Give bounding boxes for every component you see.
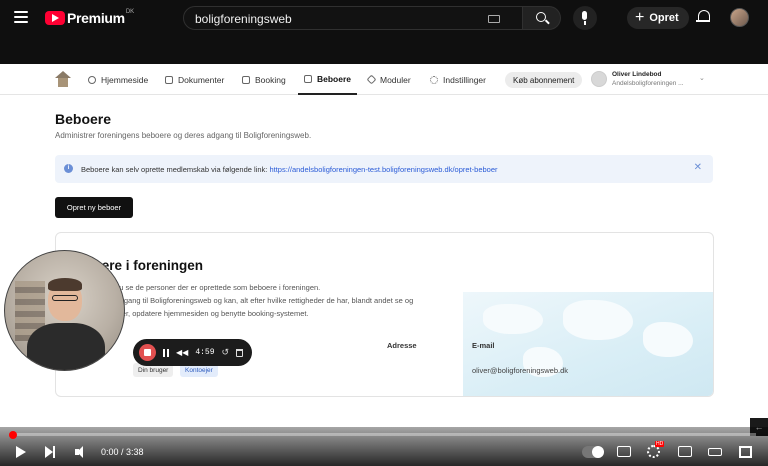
- scrubber-handle[interactable]: [9, 430, 17, 439]
- fullscreen-icon[interactable]: [739, 446, 752, 458]
- world-map-illustration: [463, 292, 713, 396]
- calendar-icon: [242, 75, 250, 84]
- globe-icon: [88, 75, 96, 84]
- pause-icon[interactable]: [163, 348, 169, 357]
- undo-icon[interactable]: ↺: [222, 347, 230, 358]
- house-logo-icon[interactable]: [55, 71, 71, 87]
- subtitles-icon[interactable]: [617, 446, 631, 457]
- subscribe-button[interactable]: Køb abonnement: [505, 72, 583, 88]
- volume-icon[interactable]: [75, 446, 89, 458]
- miniplayer-icon[interactable]: [678, 446, 692, 457]
- plus-icon: +: [635, 9, 645, 26]
- video-letterbox: [0, 36, 768, 64]
- info-banner: i Beboere kan selv oprette medlemskab vi…: [55, 155, 713, 183]
- app-navbar: Hjemmeside Dokumenter Booking Beboere Mo…: [0, 64, 768, 95]
- nav-label: Moduler: [380, 74, 411, 85]
- video-frame[interactable]: Hjemmeside Dokumenter Booking Beboere Mo…: [0, 64, 768, 466]
- search-button[interactable]: [523, 6, 561, 30]
- rewind-icon[interactable]: ◀◀: [176, 348, 188, 357]
- document-icon: [165, 75, 173, 84]
- nav-booking[interactable]: Booking: [242, 64, 286, 95]
- youtube-logo[interactable]: Premium DK: [45, 9, 135, 26]
- next-icon[interactable]: [45, 446, 55, 458]
- nav-dokumenter[interactable]: Dokumenter: [165, 64, 224, 95]
- page-title: Beboere: [55, 111, 112, 127]
- column-header-address[interactable]: Adresse: [387, 341, 417, 350]
- residents-card: Beboere i foreningen Nedenfor kan du se …: [55, 232, 714, 397]
- recording-time: 4:59: [195, 348, 215, 357]
- youtube-header: Premium DK + Opret: [0, 0, 768, 36]
- menu-icon[interactable]: [14, 11, 28, 23]
- info-text: Beboere kan selv oprette medlemskab via …: [81, 165, 498, 174]
- progress-bar[interactable]: [9, 430, 756, 439]
- webcam-overlay: [4, 250, 125, 371]
- nav-label: Beboere: [317, 73, 352, 84]
- nav-label: Indstillinger: [443, 74, 486, 85]
- autoplay-toggle[interactable]: [582, 446, 604, 458]
- close-icon[interactable]: ✕: [694, 162, 702, 173]
- chevron-down-icon[interactable]: ⌄: [699, 74, 705, 82]
- bell-icon[interactable]: [696, 10, 710, 23]
- cube-icon: [366, 74, 377, 85]
- users-icon: [304, 74, 312, 83]
- logo-text: Premium: [67, 10, 125, 26]
- theater-mode-icon[interactable]: [708, 448, 722, 456]
- user-avatar[interactable]: [591, 71, 607, 87]
- nav-label: Dokumenter: [178, 74, 225, 85]
- play-icon[interactable]: [16, 446, 26, 458]
- logo-region: DK: [125, 9, 135, 15]
- search-box: [183, 6, 523, 30]
- nav-hjemmeside[interactable]: Hjemmeside: [88, 64, 148, 95]
- nav-moduler[interactable]: Moduler: [366, 64, 411, 95]
- table-cell-email: oliver@boligforeningsweb.dk: [472, 366, 568, 375]
- user-org: Andelsboligforeningen ...: [612, 80, 684, 87]
- trash-icon[interactable]: [236, 348, 244, 357]
- player-controls: 0:00 / 3:38 HD: [0, 427, 768, 466]
- time-display: 0:00 / 3:38: [101, 447, 144, 457]
- info-icon: i: [64, 164, 73, 173]
- nav-label: Hjemmeside: [101, 74, 149, 85]
- gear-icon: [430, 75, 438, 84]
- hd-badge-icon: HD: [655, 441, 665, 447]
- search-input[interactable]: [195, 12, 475, 26]
- create-button[interactable]: + Opret: [627, 7, 689, 29]
- youtube-play-icon: [45, 11, 65, 25]
- stop-record-icon[interactable]: [139, 344, 156, 361]
- page-subtitle: Administrer foreningens beboere og deres…: [55, 131, 312, 140]
- create-label: Opret: [649, 12, 679, 24]
- recording-toolbar: ◀◀ 4:59 ↺: [133, 339, 252, 366]
- info-message: Beboere kan selv oprette medlemskab via …: [81, 165, 270, 174]
- create-resident-button[interactable]: Opret ny beboer: [55, 197, 133, 218]
- keyboard-icon[interactable]: [488, 15, 500, 23]
- nav-indstillinger[interactable]: Indstillinger: [430, 64, 486, 95]
- nav-beboere[interactable]: Beboere: [298, 64, 358, 95]
- user-name: Oliver Lindebod: [612, 71, 662, 78]
- signup-link[interactable]: https://andelsboligforeningen-test.bolig…: [269, 165, 497, 174]
- mic-icon[interactable]: [573, 6, 597, 30]
- nav-label: Booking: [255, 74, 286, 85]
- search-icon: [536, 12, 546, 22]
- avatar[interactable]: [730, 8, 749, 27]
- column-header-email[interactable]: E-mail: [472, 341, 495, 350]
